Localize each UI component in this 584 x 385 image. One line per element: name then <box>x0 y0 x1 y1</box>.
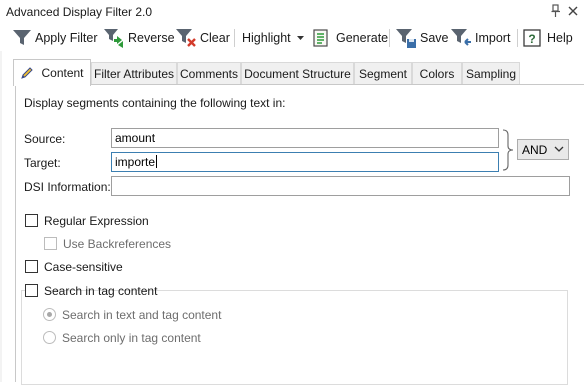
text-caret <box>156 155 158 168</box>
toolbar: Apply Filter Reverse Clear Highlight Gen… <box>0 25 584 51</box>
backreferences-label: Use Backreferences <box>63 237 172 251</box>
chevron-down-icon <box>296 36 304 40</box>
operator-dropdown[interactable]: AND <box>517 139 569 160</box>
close-icon[interactable] <box>566 3 580 19</box>
save-label: Save <box>420 31 449 45</box>
document-icon <box>313 29 328 47</box>
tab-segment[interactable]: Segment <box>354 62 412 84</box>
search-tag-content-label: Search in tag content <box>44 284 158 298</box>
reverse-label: Reverse <box>128 31 175 45</box>
pin-icon[interactable] <box>549 4 563 20</box>
tab-sampling-label: Sampling <box>465 66 517 81</box>
help-label: Help <box>547 31 573 45</box>
regex-checkbox[interactable] <box>25 214 38 227</box>
tab-document-structure[interactable]: Document Structure <box>241 62 354 84</box>
toolbar-divider <box>389 29 390 47</box>
apply-filter-button[interactable]: Apply Filter <box>12 27 98 49</box>
tab-segment-label: Segment <box>358 66 408 81</box>
reverse-filter-icon <box>104 29 123 48</box>
backreferences-checkbox[interactable] <box>44 237 57 250</box>
search-tag-content-checkbox[interactable] <box>25 284 38 297</box>
svg-text:?: ? <box>528 32 535 46</box>
tab-filter-attributes[interactable]: Filter Attributes <box>91 62 177 84</box>
regex-label: Regular Expression <box>44 214 149 228</box>
target-input[interactable]: importe <box>111 152 499 172</box>
highlight-label: Highlight <box>242 31 291 45</box>
radio-text-and-tag-label: Search in text and tag content <box>62 308 222 322</box>
source-value: amount <box>115 131 156 145</box>
dsi-label: DSI Information: <box>24 180 111 194</box>
tab-strip: Content Filter Attributes Comments Docum… <box>0 51 584 86</box>
tab-filter-attributes-label: Filter Attributes <box>93 66 175 81</box>
case-sensitive-checkbox[interactable] <box>25 260 38 273</box>
save-filter-icon <box>396 29 416 48</box>
tab-comments-label: Comments <box>179 66 238 81</box>
toolbar-divider <box>234 29 235 47</box>
clear-filter-icon <box>176 29 196 47</box>
radio-tag-only[interactable] <box>43 331 56 344</box>
apply-filter-label: Apply Filter <box>35 31 98 45</box>
generate-button[interactable]: Generate <box>313 27 388 49</box>
case-sensitive-label: Case-sensitive <box>44 260 123 274</box>
tab-content-label: Content <box>41 66 84 80</box>
dsi-input[interactable] <box>111 176 570 196</box>
window-title: Advanced Display Filter 2.0 <box>6 5 153 19</box>
source-input[interactable]: amount <box>111 128 499 148</box>
highlight-dropdown-button[interactable]: Highlight <box>242 27 308 49</box>
help-icon: ? <box>523 29 541 47</box>
import-filter-icon <box>451 29 471 46</box>
window-left-edge <box>0 51 2 382</box>
target-label: Target: <box>24 156 61 170</box>
operator-value: AND <box>522 143 548 157</box>
clear-label: Clear <box>200 31 230 45</box>
tab-comments[interactable]: Comments <box>177 62 241 84</box>
import-label: Import <box>475 31 511 45</box>
help-button[interactable]: ? Help <box>523 27 573 49</box>
target-value: importe <box>115 155 156 169</box>
pencil-icon <box>21 67 34 79</box>
radio-tag-only-label: Search only in tag content <box>62 331 201 345</box>
chevron-down-icon <box>554 146 564 152</box>
bracket-icon <box>502 129 514 171</box>
intro-text: Display segments containing the followin… <box>24 96 286 110</box>
tab-sampling[interactable]: Sampling <box>462 62 520 84</box>
tab-document-structure-label: Document Structure <box>244 66 351 81</box>
reverse-button[interactable]: Reverse <box>103 27 175 49</box>
funnel-icon <box>13 30 31 45</box>
source-label: Source: <box>24 132 66 146</box>
title-bar: Advanced Display Filter 2.0 <box>0 0 584 26</box>
tab-colors-label: Colors <box>419 66 455 81</box>
save-button[interactable]: Save <box>395 27 449 49</box>
import-button[interactable]: Import <box>450 27 510 49</box>
tab-content[interactable]: Content <box>13 59 91 86</box>
generate-label: Generate <box>336 31 389 45</box>
tab-colors[interactable]: Colors <box>412 62 462 84</box>
radio-text-and-tag[interactable] <box>43 308 56 321</box>
clear-button[interactable]: Clear <box>175 27 230 49</box>
toolbar-divider <box>517 29 518 47</box>
